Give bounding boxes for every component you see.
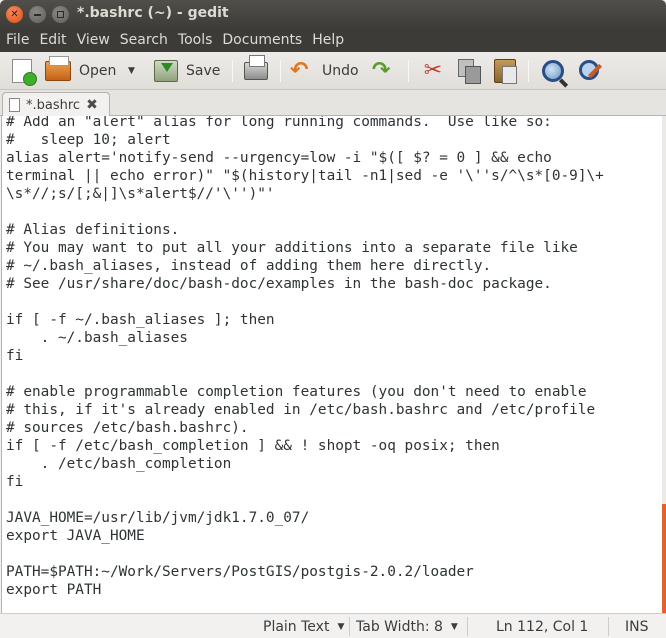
save-label: Save xyxy=(186,63,221,79)
document-tabs: *.bashrc ✖ xyxy=(0,90,666,117)
code-line: fi xyxy=(6,348,24,364)
tab-bashrc[interactable]: *.bashrc ✖ xyxy=(2,92,110,117)
find-button[interactable] xyxy=(542,57,564,85)
code-line: # Alias definitions. xyxy=(6,222,180,238)
print-button[interactable] xyxy=(244,55,268,85)
code-line: # You may want to put all your additions… xyxy=(6,240,578,256)
redo-button[interactable]: ↷ xyxy=(372,57,396,85)
minimize-window-button[interactable] xyxy=(29,6,46,23)
toolbar: Open ▼ Save ↶ Undo ↷ ✂ xyxy=(0,52,666,90)
maximize-icon xyxy=(57,11,64,18)
save-button[interactable]: Save xyxy=(154,57,220,85)
replace-button[interactable] xyxy=(578,57,602,85)
cursor-position: Ln 112, Col 1 xyxy=(496,619,588,635)
code-line: # Add an "alert" alias for long running … xyxy=(6,116,552,130)
title-bar[interactable]: ✕ *.bashrc (~) - gedit xyxy=(0,0,666,28)
language-label: Plain Text xyxy=(263,619,330,635)
chevron-down-icon: ▼ xyxy=(337,622,345,632)
text-document-icon xyxy=(9,98,20,112)
undo-button[interactable]: ↶ Undo xyxy=(290,57,359,85)
code-line: . ~/.bash_aliases xyxy=(6,330,188,346)
code-line: # See /usr/share/doc/bash-doc/examples i… xyxy=(6,276,552,292)
code-line: export PATH xyxy=(6,582,102,598)
code-line: if [ -f /etc/bash_completion ] && ! shop… xyxy=(6,438,500,454)
save-icon xyxy=(154,60,178,82)
cursor-position-label: Ln 112, Col 1 xyxy=(496,619,589,635)
code-line: # this, if it's already enabled in /etc/… xyxy=(6,402,596,418)
status-separator xyxy=(349,617,350,636)
open-folder-icon xyxy=(45,56,71,81)
code-line: terminal || echo error)" "$(history|tail… xyxy=(6,168,604,184)
close-tab-icon[interactable]: ✖ xyxy=(86,97,98,113)
paste-button[interactable] xyxy=(494,57,517,85)
code-line: # sleep 10; alert xyxy=(6,132,171,148)
vertical-scrollbar[interactable] xyxy=(662,116,666,613)
code-line: export JAVA_HOME xyxy=(6,528,145,544)
close-window-button[interactable]: ✕ xyxy=(6,6,23,23)
tab-width-selector[interactable]: Tab Width: 8 ▼ xyxy=(356,619,458,635)
menu-help[interactable]: Help xyxy=(308,32,348,48)
window-title: *.bashrc (~) - gedit xyxy=(77,5,229,21)
new-document-icon xyxy=(12,59,37,86)
status-separator xyxy=(467,617,468,636)
language-selector[interactable]: Plain Text ▼ xyxy=(263,619,344,635)
maximize-window-button[interactable] xyxy=(52,6,69,23)
toolbar-separator xyxy=(232,60,233,82)
chevron-down-icon: ▼ xyxy=(128,66,135,76)
toolbar-separator xyxy=(280,60,281,82)
text-editor[interactable]: # Add an "alert" alias for long running … xyxy=(1,116,662,613)
menu-bar: File Edit View Search Tools Documents He… xyxy=(0,28,666,52)
menu-tools[interactable]: Tools xyxy=(174,32,217,48)
code-line: . /etc/bash_completion xyxy=(6,456,232,472)
code-line: JAVA_HOME=/usr/lib/jvm/jdk1.7.0_07/ xyxy=(6,510,310,526)
insert-mode-label: INS xyxy=(625,619,649,635)
menu-edit[interactable]: Edit xyxy=(35,32,70,48)
menu-file[interactable]: File xyxy=(2,32,33,48)
code-line: alias alert='notify-send --urgency=low -… xyxy=(6,150,552,166)
chevron-down-icon: ▼ xyxy=(450,622,458,632)
tab-label: *.bashrc xyxy=(26,97,81,113)
scrollbar-thumb[interactable] xyxy=(662,504,666,613)
cut-button[interactable]: ✂ xyxy=(422,57,444,85)
gedit-window: ✕ *.bashrc (~) - gedit File Edit View Se… xyxy=(0,0,666,638)
replace-icon xyxy=(578,59,602,83)
new-document-button[interactable] xyxy=(12,57,37,86)
undo-icon: ↶ xyxy=(290,58,309,83)
status-bar: Plain Text ▼ Tab Width: 8 ▼ Ln 112, Col … xyxy=(0,613,666,638)
code-line: # enable programmable completion feature… xyxy=(6,384,587,400)
menu-view[interactable]: View xyxy=(73,32,114,48)
toolbar-separator xyxy=(528,60,529,82)
menu-search[interactable]: Search xyxy=(116,32,172,48)
cut-icon: ✂ xyxy=(423,58,443,83)
print-icon xyxy=(244,55,268,80)
undo-label: Undo xyxy=(322,63,359,79)
code-line: fi xyxy=(6,474,24,490)
code-line: PATH=$PATH:~/Work/Servers/PostGIS/postgi… xyxy=(6,564,474,580)
minimize-icon xyxy=(34,13,41,16)
open-recent-dropdown[interactable]: ▼ xyxy=(114,57,135,85)
code-line: # sources /etc/bash.bashrc). xyxy=(6,420,249,436)
redo-icon: ↷ xyxy=(372,58,391,83)
open-label: Open xyxy=(79,63,117,79)
copy-button[interactable] xyxy=(458,57,481,85)
code-line: \s*//;s/[;&|]\s*alert$//'\'')"' xyxy=(6,186,275,202)
open-button[interactable]: Open xyxy=(45,56,117,85)
tab-width-label: Tab Width: 8 xyxy=(356,619,443,635)
find-icon xyxy=(542,60,564,82)
code-line: if [ -f ~/.bash_aliases ]; then xyxy=(6,312,275,328)
copy-icon xyxy=(458,59,481,84)
paste-icon xyxy=(494,59,517,84)
menu-documents[interactable]: Documents xyxy=(218,32,306,48)
toolbar-separator xyxy=(408,60,409,82)
code-line: # ~/.bash_aliases, instead of adding the… xyxy=(6,258,492,274)
insert-mode[interactable]: INS xyxy=(625,619,649,635)
status-separator xyxy=(608,617,609,636)
